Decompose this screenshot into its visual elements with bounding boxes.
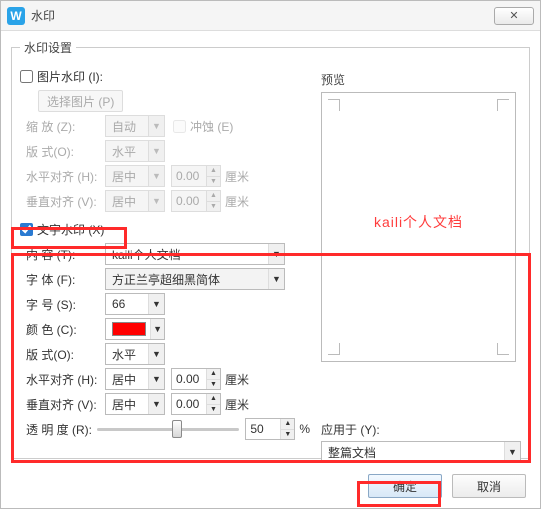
zoom-combo: 自动 ▼	[105, 115, 165, 137]
close-icon: ✕	[509, 9, 518, 22]
img-format-label: 版 式(O):	[20, 143, 105, 160]
crop-mark-icon	[497, 99, 509, 111]
img-format-combo: 水平 ▼	[105, 140, 165, 162]
img-halign-label: 水平对齐 (H):	[20, 168, 105, 185]
caret-down-icon[interactable]: ▼	[206, 405, 220, 415]
chevron-down-icon: ▼	[148, 116, 164, 136]
txt-h-unit: 厘米	[225, 371, 249, 388]
opacity-spin[interactable]: 50 ▲▼	[245, 418, 295, 440]
caret-up-icon: ▲	[206, 191, 220, 202]
caret-down-icon[interactable]: ▼	[206, 380, 220, 390]
chevron-down-icon[interactable]: ▼	[150, 319, 164, 339]
img-valign-label: 垂直对齐 (V):	[20, 193, 105, 210]
apply-to-combo[interactable]: 整篇文档 ▼	[321, 441, 521, 463]
text-watermark-checkbox[interactable]	[20, 223, 33, 236]
chevron-down-icon: ▼	[148, 191, 164, 211]
img-halign-combo: 居中 ▼	[105, 165, 165, 187]
txt-valign-combo[interactable]: 居中 ▼	[105, 393, 165, 415]
ok-button[interactable]: 确定	[368, 474, 442, 498]
dialog-watermark: W 水印 ✕ 水印设置 图片水印 (I): 选择图片 (P) 缩 放	[0, 0, 541, 509]
txt-v-unit: 厘米	[225, 396, 249, 413]
caret-up-icon[interactable]: ▲	[206, 369, 220, 380]
color-combo[interactable]: ▼	[105, 318, 165, 340]
img-v-unit: 厘米	[225, 193, 249, 210]
crop-mark-icon	[328, 343, 340, 355]
preview-area: 预览 kaili个人文档	[321, 71, 516, 362]
opacity-slider[interactable]	[97, 418, 240, 440]
erode-checkbox	[173, 120, 186, 133]
txt-halign-label: 水平对齐 (H):	[20, 371, 105, 388]
img-v-offset-spin: 0.00 ▲▼	[171, 190, 221, 212]
caret-up-icon: ▲	[206, 166, 220, 177]
apply-to-row: 应用于 (Y):	[321, 421, 380, 438]
preview-title: 预览	[321, 71, 516, 88]
choose-image-button: 选择图片 (P)	[38, 90, 123, 112]
content-label: 内 容 (T):	[20, 246, 105, 263]
color-swatch	[112, 322, 146, 336]
chevron-down-icon[interactable]: ▼	[148, 394, 164, 414]
text-watermark-checkbox-label[interactable]: 文字水印 (X)	[20, 221, 104, 238]
caret-up-icon[interactable]: ▲	[280, 419, 294, 430]
titlebar: W 水印 ✕	[1, 1, 540, 31]
chevron-down-icon[interactable]: ▼	[148, 294, 164, 314]
txt-h-offset-spin[interactable]: 0.00 ▲▼	[171, 368, 221, 390]
preview-watermark-text: kaili个人文档	[374, 212, 463, 232]
caret-down-icon[interactable]: ▼	[280, 430, 294, 440]
img-valign-combo: 居中 ▼	[105, 190, 165, 212]
caret-down-icon: ▼	[206, 177, 220, 187]
chevron-down-icon: ▼	[148, 166, 164, 186]
size-label: 字 号 (S):	[20, 296, 105, 313]
preview-box: kaili个人文档	[321, 92, 516, 362]
window-title: 水印	[31, 7, 494, 24]
image-watermark-section: 图片水印 (I): 选择图片 (P) 缩 放 (Z): 自动 ▼ 冲蚀 (E)	[20, 65, 310, 440]
zoom-label: 缩 放 (Z):	[20, 118, 105, 135]
size-combo[interactable]: 66 ▼	[105, 293, 165, 315]
text-watermark-label-text: 文字水印 (X)	[37, 221, 104, 238]
txt-format-combo[interactable]: 水平 ▼	[105, 343, 165, 365]
apply-to-label: 应用于 (Y):	[321, 421, 380, 438]
chevron-down-icon[interactable]: ▼	[268, 269, 284, 289]
image-watermark-label-text: 图片水印 (I):	[37, 68, 103, 85]
opacity-label: 透 明 度 (R):	[20, 421, 97, 438]
chevron-down-icon[interactable]: ▼	[268, 244, 284, 264]
caret-down-icon: ▼	[206, 202, 220, 212]
opacity-unit: %	[299, 422, 310, 436]
crop-mark-icon	[497, 343, 509, 355]
txt-format-label: 版 式(O):	[20, 346, 105, 363]
content-combo[interactable]: kaili个人文档 ▼	[105, 243, 285, 265]
group-legend: 水印设置	[20, 39, 76, 56]
img-h-offset-spin: 0.00 ▲▼	[171, 165, 221, 187]
txt-valign-label: 垂直对齐 (V):	[20, 396, 105, 413]
font-combo[interactable]: 方正兰亭超细黑简体 ▼	[105, 268, 285, 290]
font-label: 字 体 (F):	[20, 271, 105, 288]
image-watermark-checkbox[interactable]	[20, 70, 33, 83]
color-label: 颜 色 (C):	[20, 321, 105, 338]
image-watermark-checkbox-label[interactable]: 图片水印 (I):	[20, 68, 103, 85]
chevron-down-icon: ▼	[148, 141, 164, 161]
img-h-unit: 厘米	[225, 168, 249, 185]
caret-up-icon[interactable]: ▲	[206, 394, 220, 405]
chevron-down-icon[interactable]: ▼	[148, 369, 164, 389]
footer-buttons: 确定 取消	[368, 474, 526, 498]
app-icon: W	[7, 7, 25, 25]
erode-checkbox-label: 冲蚀 (E)	[173, 118, 233, 135]
txt-v-offset-spin[interactable]: 0.00 ▲▼	[171, 393, 221, 415]
chevron-down-icon[interactable]: ▼	[504, 442, 520, 462]
close-button[interactable]: ✕	[494, 7, 534, 25]
txt-halign-combo[interactable]: 居中 ▼	[105, 368, 165, 390]
cancel-button[interactable]: 取消	[452, 474, 526, 498]
crop-mark-icon	[328, 99, 340, 111]
chevron-down-icon[interactable]: ▼	[148, 344, 164, 364]
